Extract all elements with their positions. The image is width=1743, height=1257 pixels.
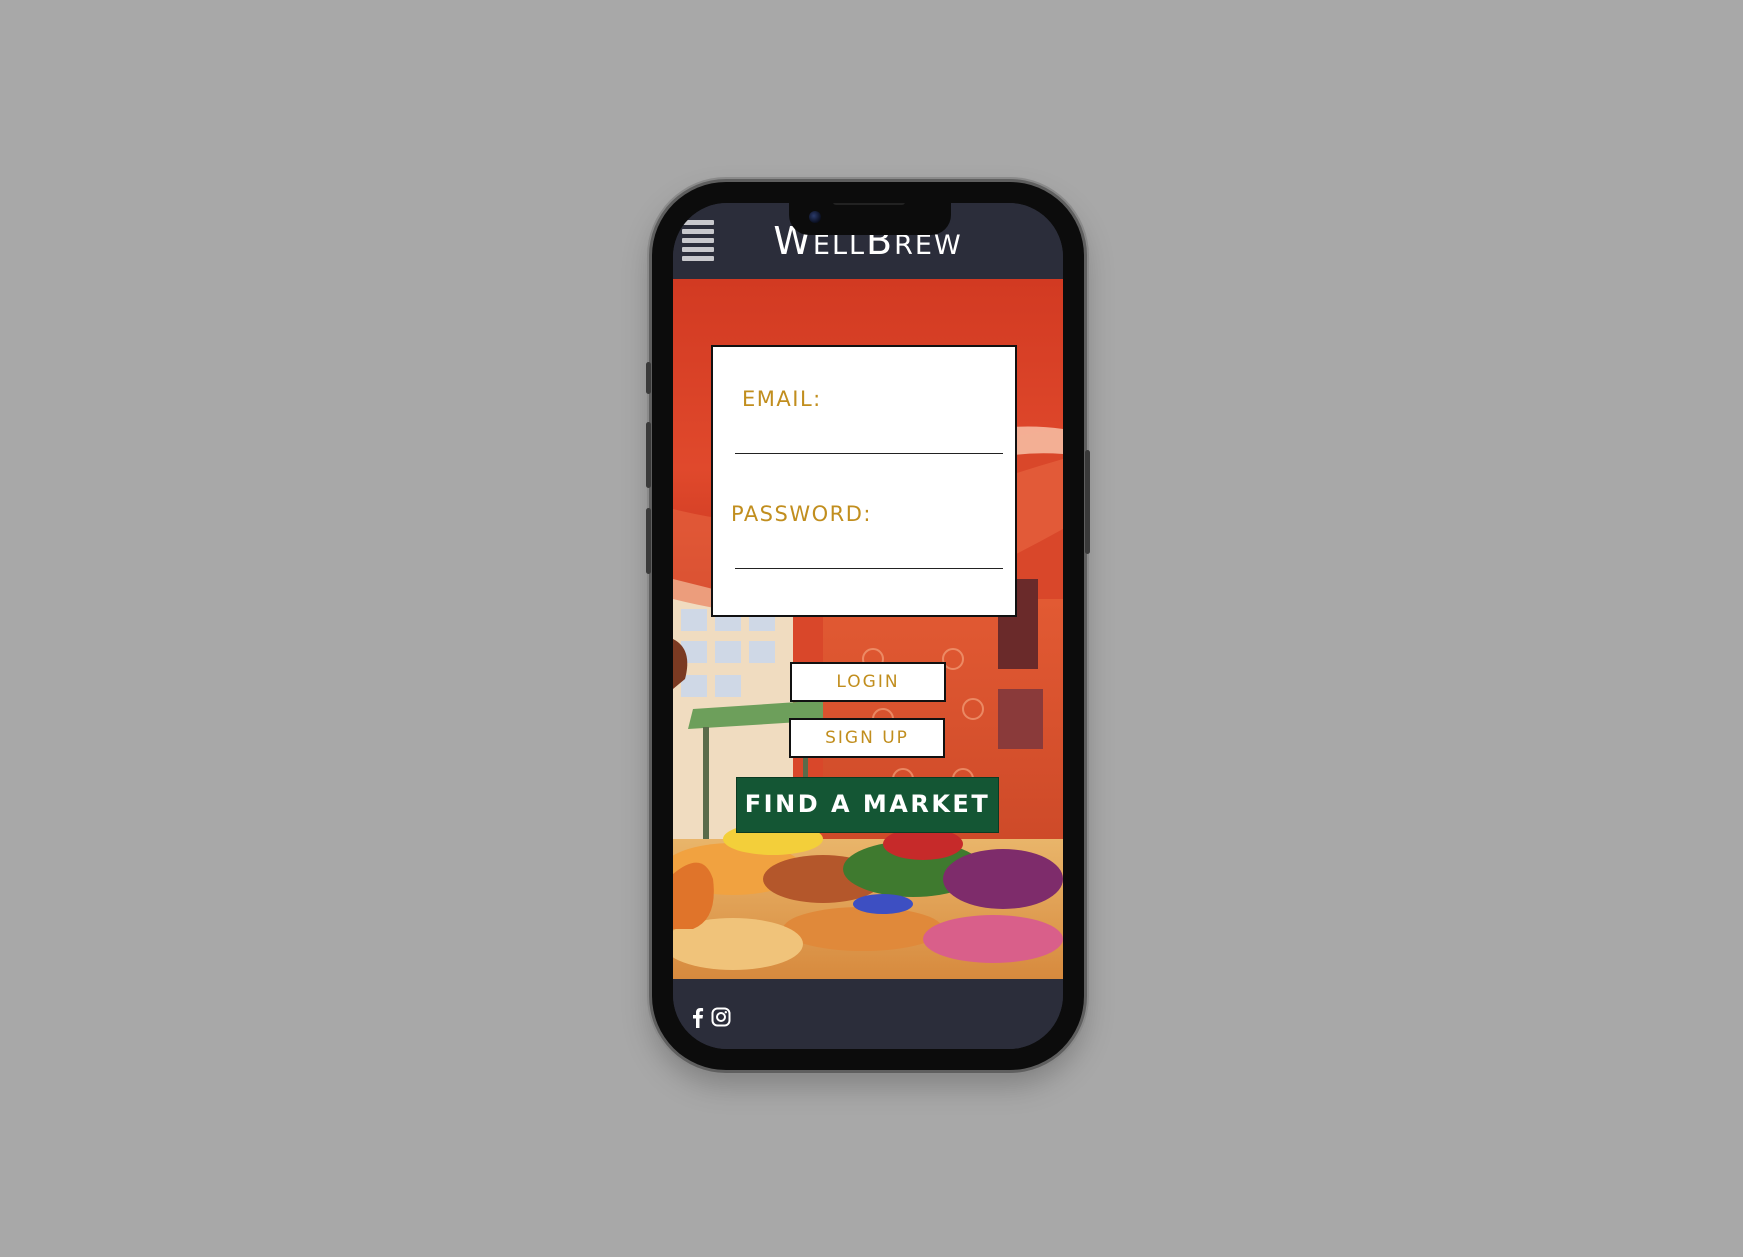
find-a-market-button[interactable]: FIND A MARKET xyxy=(736,777,999,833)
password-label: PASSWORD: xyxy=(731,502,872,526)
password-input[interactable] xyxy=(735,544,1003,569)
app-footer xyxy=(673,979,1063,1049)
hamburger-bar xyxy=(682,247,714,252)
front-camera xyxy=(809,211,821,223)
page-background: WellBrew EMAIL: PASSWORD: LOGIN SIGN UP … xyxy=(0,0,1743,1257)
phone-frame: WellBrew EMAIL: PASSWORD: LOGIN SIGN UP … xyxy=(646,182,1090,1070)
login-button[interactable]: LOGIN xyxy=(790,662,946,702)
hamburger-bar xyxy=(682,256,714,261)
email-label: EMAIL: xyxy=(742,387,822,411)
phone-volume-up-button xyxy=(646,422,651,488)
hamburger-menu-icon[interactable] xyxy=(682,220,714,264)
hamburger-bar xyxy=(682,238,714,243)
facebook-icon[interactable] xyxy=(688,1006,708,1028)
phone-screen: WellBrew EMAIL: PASSWORD: LOGIN SIGN UP … xyxy=(673,203,1063,1049)
email-input[interactable] xyxy=(735,429,1003,454)
phone-action-button xyxy=(646,362,651,394)
sign-up-button[interactable]: SIGN UP xyxy=(789,718,945,758)
instagram-icon[interactable] xyxy=(711,1006,731,1028)
login-form-card: EMAIL: PASSWORD: xyxy=(711,345,1017,617)
phone-power-button xyxy=(1085,450,1090,554)
hamburger-bar xyxy=(682,229,714,234)
notch-speaker xyxy=(833,203,905,205)
hero-market-illustration: EMAIL: PASSWORD: LOGIN SIGN UP FIND A MA… xyxy=(673,279,1063,979)
phone-notch xyxy=(789,203,951,235)
hamburger-bar xyxy=(682,220,714,225)
phone-volume-down-button xyxy=(646,508,651,574)
